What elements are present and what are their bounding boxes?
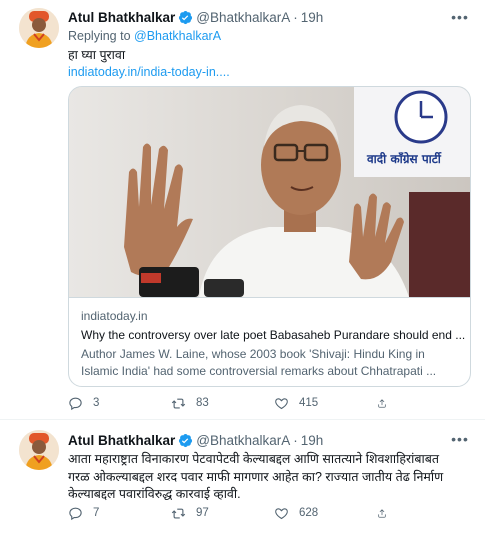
card-image: वादी कॉंग्रेस पार्टी: [69, 87, 470, 297]
timestamp[interactable]: 19h: [301, 10, 324, 25]
tweet-text-line: केल्याबद्दल पवारांविरुद्ध कारवाई व्हावी.: [68, 487, 241, 501]
card-domain: indiatoday.in: [81, 309, 148, 323]
timestamp[interactable]: 19h: [301, 433, 324, 448]
tweet-link[interactable]: indiatoday.in/india-today-in....: [68, 65, 230, 79]
card-description: Author James W. Laine, whose 2003 book '…: [81, 346, 466, 380]
separator-dot: ·: [293, 432, 298, 448]
card-description-line: Author James W. Laine, whose 2003 book '…: [81, 347, 425, 361]
more-icon[interactable]: •••: [451, 8, 469, 26]
retweet-count: 97: [196, 507, 209, 519]
tweet[interactable]: Atul Bhatkhalkar @BhatkhalkarA · 19h •••…: [0, 420, 485, 533]
tweet-text-line: गरळ ओकल्याबद्दल शरद पवार माफी मागणार आहे…: [68, 469, 444, 484]
like-button[interactable]: 415: [274, 396, 377, 411]
share-button[interactable]: [377, 396, 397, 411]
separator-dot: ·: [293, 9, 298, 25]
tweet-text-line: आता महाराष्ट्रात विनाकारण पेटवापेटवी केल…: [68, 452, 439, 466]
verified-icon: [178, 10, 193, 25]
retweet-button[interactable]: 83: [171, 396, 274, 411]
replying-to: Replying to @BhatkhalkarA: [68, 29, 221, 43]
card-description-line: Islamic India' had some controversial re…: [81, 364, 437, 378]
tweet-text: हा घ्या पुरावा: [68, 48, 126, 62]
share-icon: [378, 508, 386, 518]
author-handle[interactable]: @BhatkhalkarA: [196, 433, 290, 448]
tweet-header: Atul Bhatkhalkar @BhatkhalkarA · 19h: [68, 431, 323, 449]
tweet-actions: 3 83 415: [68, 393, 428, 413]
card-divider: [69, 297, 470, 298]
replying-to-label: Replying to: [68, 29, 135, 43]
like-count: 415: [299, 397, 319, 409]
tweet-actions: 7 97 628: [68, 503, 428, 523]
more-icon[interactable]: •••: [451, 430, 469, 448]
reply-count: 3: [93, 397, 100, 409]
like-icon: [275, 507, 288, 519]
retweet-button[interactable]: 97: [171, 506, 274, 521]
like-count: 628: [299, 507, 319, 519]
banner-text: वादी कॉंग्रेस पार्टी: [366, 152, 442, 166]
share-button[interactable]: [377, 506, 397, 521]
like-icon: [275, 397, 288, 409]
link-card[interactable]: वादी कॉंग्रेस पार्टी indiatoday.in Why t…: [68, 86, 471, 387]
avatar[interactable]: [19, 8, 59, 48]
author-handle[interactable]: @BhatkhalkarA: [196, 10, 290, 25]
share-icon: [378, 398, 386, 408]
tweet-text: आता महाराष्ट्रात विनाकारण पेटवापेटवी केल…: [68, 451, 468, 504]
author-name[interactable]: Atul Bhatkhalkar: [68, 10, 175, 25]
retweet-icon: [171, 398, 186, 408]
verified-icon: [178, 433, 193, 448]
tweet-header: Atul Bhatkhalkar @BhatkhalkarA · 19h: [68, 8, 323, 26]
like-button[interactable]: 628: [274, 506, 377, 521]
reply-icon: [69, 507, 82, 520]
author-name[interactable]: Atul Bhatkhalkar: [68, 433, 175, 448]
reply-to-handle[interactable]: @BhatkhalkarA: [134, 29, 221, 43]
avatar[interactable]: [19, 430, 59, 470]
tweet[interactable]: Atul Bhatkhalkar @BhatkhalkarA · 19h •••…: [0, 0, 485, 420]
retweet-count: 83: [196, 397, 209, 409]
reply-button[interactable]: 7: [68, 506, 171, 521]
reply-button[interactable]: 3: [68, 396, 171, 411]
retweet-icon: [171, 508, 186, 518]
card-title: Why the controversy over late poet Babas…: [81, 328, 466, 342]
reply-count: 7: [93, 507, 100, 519]
reply-icon: [69, 397, 82, 410]
